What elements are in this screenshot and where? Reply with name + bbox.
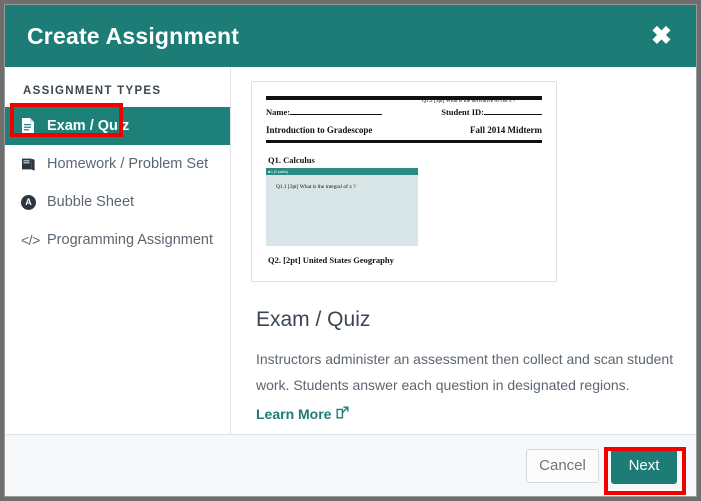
bubble-letter: A — [21, 194, 36, 210]
sidebar: ASSIGNMENT TYPES Exam / Quiz Homework / … — [5, 67, 231, 434]
sidebar-heading: ASSIGNMENT TYPES — [23, 85, 162, 97]
sidebar-item-label: Programming Assignment — [47, 232, 214, 248]
preview-question-1-2: Q1.2 [3pt] What is the derivative of cos… — [422, 98, 516, 104]
learn-more-link[interactable]: Learn More — [256, 406, 349, 422]
modal-header: Create Assignment ✖ — [5, 5, 696, 67]
preview-name-label: Name: — [266, 107, 383, 117]
learn-more-label: Learn More — [256, 406, 332, 422]
preview-q1-heading: Q1. Calculus — [268, 155, 315, 165]
sidebar-item-label: Bubble Sheet — [47, 194, 135, 210]
modal-footer: Cancel Next — [5, 434, 696, 496]
close-icon[interactable]: ✖ — [645, 20, 678, 53]
sidebar-item-programming[interactable]: </> Programming Assignment — [5, 221, 230, 259]
preview-exam-term: Fall 2014 Midterm — [470, 125, 542, 135]
detail-description: Instructors administer an assessment the… — [256, 351, 674, 393]
preview-course-row: Introduction to Gradescope Fall 2014 Mid… — [266, 125, 542, 135]
preview-q2-heading: Q2. [2pt] United States Geography — [268, 255, 394, 265]
document-icon — [21, 118, 40, 134]
preview-second-rule — [266, 140, 542, 143]
code-glyph: </> — [21, 232, 40, 248]
preview-question-1-1: Q1.1 [3pt] What is the integral of x ? — [276, 184, 356, 190]
preview-course-title: Introduction to Gradescope — [266, 125, 373, 135]
preview-region-bar: ■ 1 (2 points) — [266, 168, 418, 175]
sidebar-item-label: Homework / Problem Set — [47, 156, 209, 172]
sidebar-item-bubble-sheet[interactable]: A Bubble Sheet — [5, 183, 230, 221]
bubble-icon: A — [21, 194, 40, 210]
create-assignment-modal: Create Assignment ✖ ASSIGNMENT TYPES Exa… — [4, 4, 697, 497]
book-icon — [21, 157, 40, 171]
modal-body: ASSIGNMENT TYPES Exam / Quiz Homework / … — [5, 67, 696, 434]
sidebar-item-exam-quiz[interactable]: Exam / Quiz — [5, 107, 230, 145]
assignment-preview-image: Name: Student ID: Introduction to Grades… — [251, 81, 557, 282]
cancel-button[interactable]: Cancel — [526, 448, 599, 483]
next-button[interactable]: Next — [611, 447, 677, 484]
preview-student-id-label: Student ID: — [441, 107, 542, 117]
detail-title: Exam / Quiz — [256, 308, 371, 331]
preview-name-row: Name: Student ID: — [266, 107, 542, 117]
preview-region-bar-label: ■ 1 (2 points) — [268, 169, 289, 174]
page-title: Create Assignment — [27, 22, 240, 49]
detail-panel: Name: Student ID: Introduction to Grades… — [231, 67, 696, 434]
sidebar-item-homework[interactable]: Homework / Problem Set — [5, 145, 230, 183]
sidebar-item-label: Exam / Quiz — [47, 118, 130, 134]
code-icon: </> — [21, 232, 40, 248]
external-link-icon — [336, 406, 349, 422]
preview-answer-region: ■ 1 (2 points) Q1.1 [3pt] What is the in… — [266, 168, 418, 246]
